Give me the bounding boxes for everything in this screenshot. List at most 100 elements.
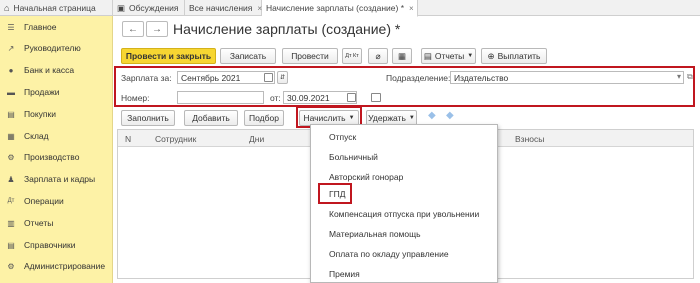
menu-item-royalty[interactable]: Авторский гонорар bbox=[329, 172, 403, 182]
report-icon: ▥ bbox=[7, 218, 15, 228]
sidebar: ☰ Главное ↗ Руководителю ● Банк и касса ▬ Пр… bbox=[0, 16, 113, 283]
calendar-icon[interactable] bbox=[264, 73, 273, 82]
sidebar-item-bank[interactable]: ● Банк и касса bbox=[0, 60, 113, 80]
arrow-right-icon: → bbox=[152, 23, 162, 35]
menu-item-gpd[interactable]: ГПД bbox=[329, 189, 345, 199]
chevron-down-icon: ▼ bbox=[408, 115, 415, 121]
note-icon[interactable] bbox=[371, 93, 381, 102]
save-button[interactable]: Записать bbox=[220, 48, 276, 64]
sidebar-item-main[interactable]: ☰ Главное bbox=[0, 17, 113, 37]
salary-month-field[interactable]: Сентябрь 2021 bbox=[177, 71, 275, 84]
column-header-n: N bbox=[125, 134, 132, 144]
sidebar-item-admin[interactable]: ⚙ Администрирование bbox=[0, 256, 113, 276]
sidebar-item-label: Банк и касса bbox=[24, 65, 75, 75]
sidebar-item-label: Руководителю bbox=[24, 43, 81, 53]
post-and-close-button[interactable]: Провести и закрыть bbox=[121, 48, 216, 64]
arrow-left-icon: ← bbox=[128, 23, 138, 35]
tab-bar: ⌂ Начальная страница ▣ Обсуждения Все на… bbox=[0, 0, 700, 17]
menu-item-salary-management[interactable]: Оплата по окладу управление bbox=[329, 249, 449, 259]
menu-item-bonus[interactable]: Премия bbox=[329, 269, 360, 279]
department-value: Издательство bbox=[454, 72, 509, 83]
dt-kt-button[interactable]: Дт Кт bbox=[342, 48, 362, 64]
sidebar-item-label: Отчеты bbox=[24, 218, 54, 228]
sidebar-item-label: Покупки bbox=[24, 109, 56, 119]
menu-item-vacation[interactable]: Отпуск bbox=[329, 132, 356, 142]
fill-button[interactable]: Заполнить bbox=[121, 110, 175, 126]
sidebar-item-catalogs[interactable]: ▤ Справочники bbox=[0, 235, 113, 255]
back-button[interactable]: ← bbox=[122, 21, 144, 37]
sidebar-item-payroll[interactable]: ♟ Зарплата и кадры bbox=[0, 169, 113, 189]
sidebar-item-reports[interactable]: ▥ Отчеты bbox=[0, 213, 113, 233]
sidebar-item-purchases[interactable]: ▤ Покупки bbox=[0, 104, 113, 124]
department-label: Подразделение: bbox=[386, 73, 451, 83]
tab-label: Обсуждения bbox=[129, 3, 179, 13]
reports-label: Отчеты bbox=[434, 51, 465, 61]
coins-icon: ● bbox=[8, 65, 14, 75]
tab-home[interactable]: ⌂ Начальная страница bbox=[0, 0, 113, 16]
sidebar-item-warehouse[interactable]: ▦ Склад bbox=[0, 126, 113, 146]
book-icon: ▤ bbox=[7, 240, 15, 250]
structure-button[interactable]: ▦ bbox=[392, 48, 412, 64]
number-label: Номер: bbox=[121, 93, 150, 103]
department-field[interactable]: Издательство bbox=[450, 71, 684, 84]
chevron-down-icon: ▼ bbox=[348, 115, 355, 121]
people-icon: ♟ bbox=[7, 174, 15, 184]
menu-item-material-aid[interactable]: Материальная помощь bbox=[329, 229, 421, 239]
pay-icon: ⊕ bbox=[487, 50, 495, 61]
menu-icon: ☰ bbox=[7, 22, 15, 32]
chat-icon: ▣ bbox=[117, 2, 126, 13]
reports-button[interactable]: ▤ Отчеты ▼ bbox=[421, 48, 476, 64]
tab-label: Начальная страница bbox=[13, 3, 96, 13]
salary-month-value: Сентябрь 2021 bbox=[181, 72, 241, 83]
home-icon: ⌂ bbox=[4, 3, 10, 13]
paperclip-icon: ⌀ bbox=[375, 50, 381, 61]
pay-label: Выплатить bbox=[497, 51, 541, 61]
report-icon: ▤ bbox=[423, 50, 432, 61]
salary-for-label: Зарплата за: bbox=[121, 73, 172, 83]
post-button[interactable]: Провести bbox=[282, 48, 338, 64]
forward-button[interactable]: → bbox=[146, 21, 168, 37]
factory-icon: ⚙ bbox=[7, 152, 15, 162]
open-icon[interactable]: ⧉ bbox=[687, 72, 693, 82]
number-field[interactable] bbox=[177, 91, 264, 104]
tab-payroll-create[interactable]: Начисление зарплаты (создание) * × bbox=[262, 0, 418, 17]
add-button[interactable]: Добавить bbox=[184, 110, 238, 126]
sidebar-item-operations[interactable]: Дт Операции bbox=[0, 191, 113, 211]
move-down-icon[interactable]: ◆ bbox=[446, 110, 454, 121]
from-label: от: bbox=[270, 93, 281, 103]
date-field[interactable]: 30.09.2021 bbox=[283, 91, 357, 104]
move-up-icon[interactable]: ◆ bbox=[428, 110, 436, 121]
dt-kt-icon: Дт Кт bbox=[345, 53, 359, 59]
structure-icon: ▦ bbox=[397, 50, 407, 61]
sidebar-item-label: Продажи bbox=[24, 87, 60, 97]
withhold-label: Удержать bbox=[368, 113, 406, 123]
spinner-icon: ⇵ bbox=[279, 75, 286, 81]
sidebar-item-label: Производство bbox=[24, 152, 80, 162]
chevron-down-icon[interactable]: ▾ bbox=[677, 72, 681, 81]
chart-line-icon: ↗ bbox=[7, 43, 15, 53]
pay-button[interactable]: ⊕ Выплатить bbox=[481, 48, 547, 64]
accrue-dropdown-menu: Отпуск Больничный Авторский гонорар ГПД … bbox=[310, 124, 498, 283]
attach-button[interactable]: ⌀ bbox=[368, 48, 388, 64]
cart-icon: ▬ bbox=[7, 87, 15, 97]
tab-label: Начисление зарплаты (создание) * bbox=[266, 3, 405, 13]
menu-item-sick-leave[interactable]: Больничный bbox=[329, 152, 378, 162]
page-title: Начисление зарплаты (создание) * bbox=[173, 21, 401, 37]
sidebar-item-label: Справочники bbox=[24, 240, 76, 250]
column-header-contributions: Взносы bbox=[515, 134, 545, 144]
calendar-icon[interactable] bbox=[347, 93, 356, 102]
sidebar-item-manager[interactable]: ↗ Руководителю bbox=[0, 38, 113, 58]
month-spinner[interactable]: ⇵ bbox=[277, 71, 288, 84]
accrue-label: Начислить bbox=[303, 113, 346, 123]
tab-discussions[interactable]: ▣ Обсуждения bbox=[113, 0, 185, 16]
sidebar-item-label: Администрирование bbox=[24, 261, 106, 271]
select-button[interactable]: Подбор bbox=[244, 110, 284, 126]
tab-all-accruals[interactable]: Все начисления × bbox=[185, 0, 262, 16]
close-icon[interactable]: × bbox=[409, 4, 414, 13]
menu-item-vacation-compensation[interactable]: Компенсация отпуска при увольнении bbox=[329, 209, 479, 219]
gear-icon: ⚙ bbox=[7, 261, 15, 271]
sidebar-item-sales[interactable]: ▬ Продажи bbox=[0, 82, 113, 102]
sidebar-item-label: Зарплата и кадры bbox=[24, 174, 96, 184]
sidebar-item-label: Операции bbox=[24, 196, 64, 206]
sidebar-item-production[interactable]: ⚙ Производство bbox=[0, 147, 113, 167]
